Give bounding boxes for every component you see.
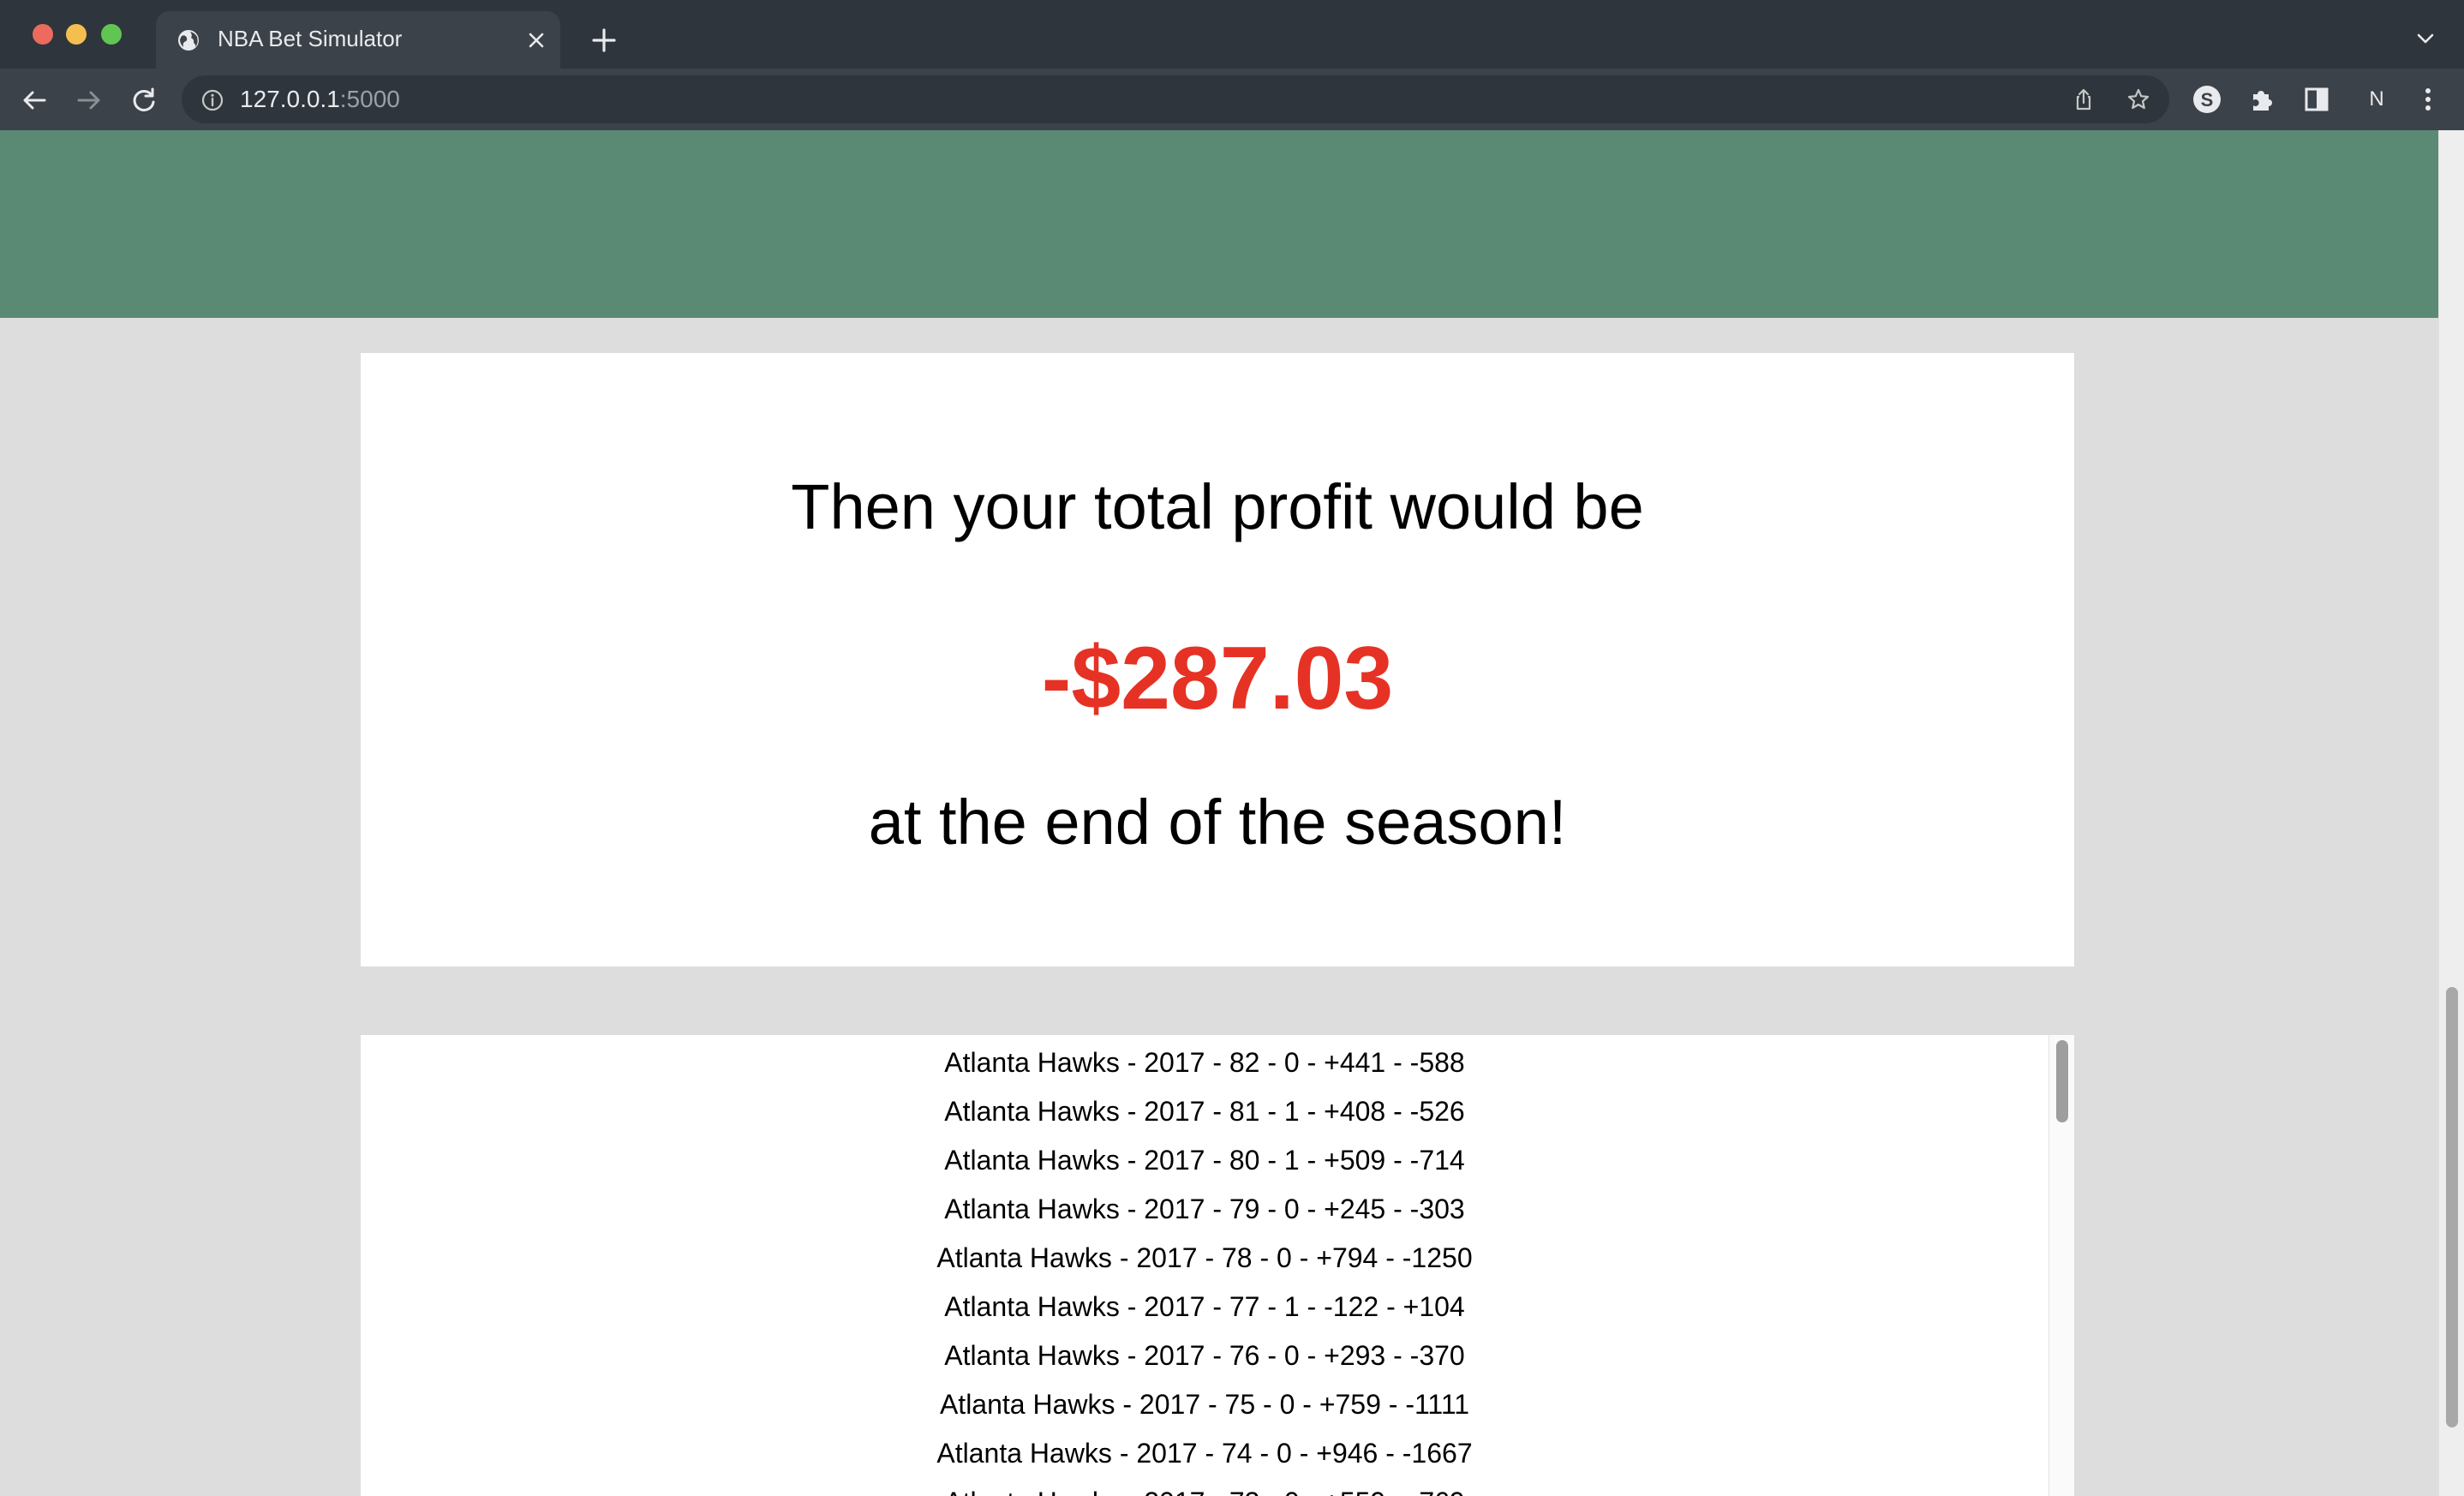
- url-port: :5000: [339, 86, 400, 112]
- games-list: Atlanta Hawks - 2017 - 82 - 0 - +441 - -…: [361, 1038, 2048, 1496]
- games-list-scrollbar[interactable]: [2048, 1035, 2074, 1496]
- games-list-scroll-thumb[interactable]: [2056, 1040, 2068, 1122]
- game-row: Atlanta Hawks - 2017 - 73 - 0 - +559 - -…: [361, 1478, 2048, 1496]
- page-scrollbar[interactable]: [2438, 130, 2464, 1496]
- svg-text:S: S: [2201, 89, 2214, 111]
- chevron-down-icon[interactable]: [2414, 27, 2437, 50]
- reload-icon[interactable]: [129, 85, 159, 116]
- close-icon[interactable]: [524, 28, 548, 52]
- url-text: 127.0.0.1:5000: [240, 86, 400, 113]
- forward-arrow-icon[interactable]: [74, 85, 105, 116]
- result-intro-text: Then your total profit would be: [791, 471, 1644, 542]
- game-row: Atlanta Hawks - 2017 - 81 - 1 - +408 - -…: [944, 1096, 1465, 1127]
- star-icon[interactable]: [2126, 87, 2150, 111]
- game-row: Atlanta Hawks - 2017 - 74 - 0 - +946 - -…: [936, 1438, 1473, 1469]
- browser-toolbar: 127.0.0.1:5000 S N: [0, 69, 2464, 130]
- profit-value: -$287.03: [1041, 629, 1394, 728]
- games-list-panel[interactable]: Atlanta Hawks - 2017 - 82 - 0 - +441 - -…: [361, 1035, 2074, 1496]
- game-row: Atlanta Hawks - 2017 - 75 - 0 - +759 - -…: [939, 1389, 1470, 1420]
- result-outro-text: at the end of the season!: [868, 787, 1567, 858]
- extension-s-icon[interactable]: S: [2192, 84, 2222, 115]
- page-viewport: Then your total profit would be -$287.03…: [0, 130, 2438, 1496]
- maximize-window-button[interactable]: [101, 24, 122, 45]
- plus-icon[interactable]: [589, 26, 619, 55]
- url-host: 127.0.0.1: [240, 86, 340, 112]
- profile-avatar[interactable]: N: [2361, 84, 2392, 115]
- game-row: Atlanta Hawks - 2017 - 80 - 1 - +509 - -…: [944, 1145, 1465, 1176]
- game-row: Atlanta Hawks - 2017 - 82 - 0 - +441 - -…: [944, 1047, 1465, 1078]
- side-panel-icon[interactable]: [2301, 84, 2332, 115]
- game-row: Atlanta Hawks - 2017 - 79 - 0 - +245 - -…: [944, 1194, 1465, 1224]
- share-icon[interactable]: [2072, 87, 2096, 111]
- minimize-window-button[interactable]: [66, 24, 87, 45]
- info-icon[interactable]: [200, 88, 224, 112]
- game-row: Atlanta Hawks - 2017 - 77 - 1 - -122 - +…: [944, 1291, 1465, 1322]
- game-row: Atlanta Hawks - 2017 - 78 - 0 - +794 - -…: [936, 1242, 1473, 1273]
- page-scroll-thumb[interactable]: [2446, 987, 2458, 1427]
- globe-icon: [178, 30, 199, 51]
- more-vertical-icon[interactable]: [2413, 84, 2443, 115]
- browser-titlebar: NBA Bet Simulator: [0, 0, 2464, 69]
- game-row: Atlanta Hawks - 2017 - 76 - 0 - +293 - -…: [944, 1340, 1465, 1371]
- tab-title: NBA Bet Simulator: [218, 26, 403, 51]
- puzzle-extensions-icon[interactable]: [2246, 84, 2277, 115]
- hero-banner: [0, 130, 2438, 318]
- back-arrow-icon[interactable]: [19, 85, 50, 116]
- browser-tab[interactable]: NBA Bet Simulator: [156, 11, 560, 69]
- address-bar[interactable]: 127.0.0.1:5000: [182, 75, 2169, 123]
- result-card: Then your total profit would be -$287.03…: [361, 353, 2074, 966]
- close-window-button[interactable]: [33, 24, 53, 45]
